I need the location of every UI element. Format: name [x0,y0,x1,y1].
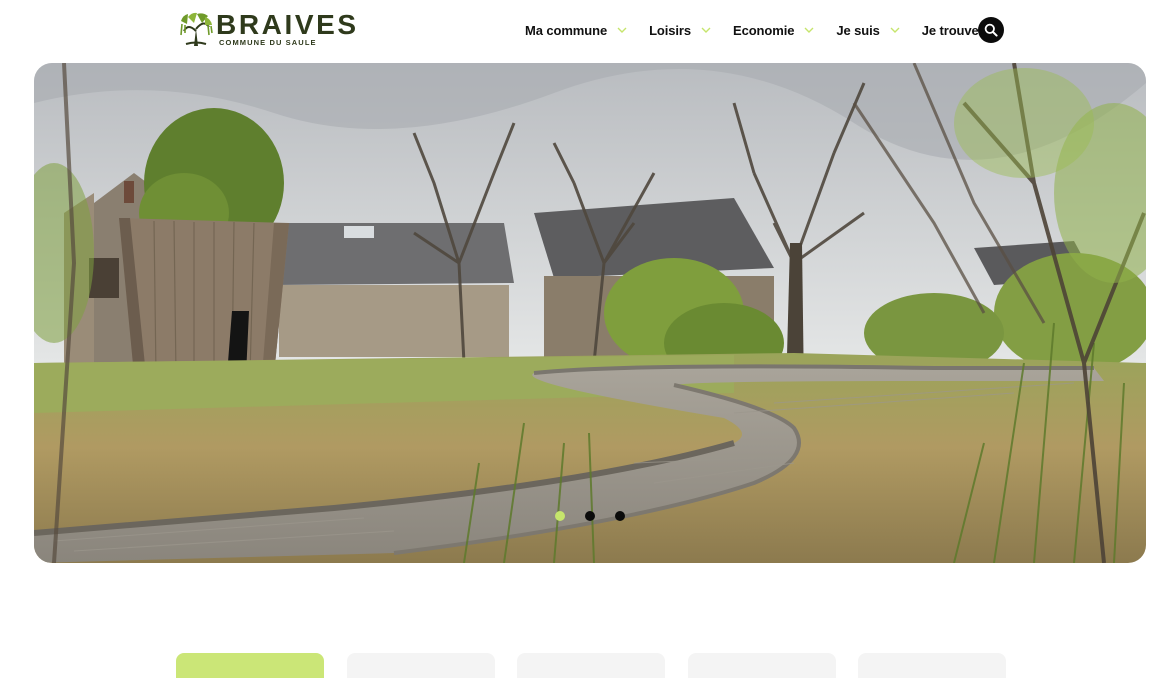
quick-tile-5[interactable] [858,653,1006,678]
willow-tree-icon [180,12,213,46]
nav-item-label: Ma commune [525,22,608,38]
chevron-down-icon [804,27,814,33]
chevron-down-icon [890,27,900,33]
nav-item-label: Je trouve [921,22,979,38]
nav-item-economie[interactable]: Economie [733,23,814,38]
quick-tile-4[interactable] [687,653,836,678]
site-logo[interactable]: BRAIVES COMMUNE DU SAULE [178,9,356,49]
quick-tile-2[interactable] [346,653,495,678]
main-navigation: Ma commune Loisirs Economie Je suis Je t… [525,21,999,39]
nav-item-label: Loisirs [649,22,692,38]
logo-tagline: COMMUNE DU SAULE [219,38,317,47]
nav-item-ma-commune[interactable]: Ma commune [525,23,627,38]
slider-pagination [555,510,625,522]
chevron-down-icon [701,27,711,33]
nav-item-label: Economie [733,22,795,38]
park-boardwalk-photo [34,63,1146,563]
search-button[interactable] [978,17,1004,43]
logo-name: BRAIVES [216,9,359,40]
slide-dot-1[interactable] [555,511,565,521]
quick-access-tiles [176,653,1006,678]
quick-tile-1[interactable] [176,653,324,678]
slide-dot-3[interactable] [615,511,625,521]
quick-tile-3[interactable] [517,653,665,678]
nav-item-label: Je suis [836,22,880,38]
site-header: BRAIVES COMMUNE DU SAULE Ma commune Lois… [0,0,1176,60]
nav-item-loisirs[interactable]: Loisirs [649,23,711,38]
nav-item-je-suis[interactable]: Je suis [836,22,900,38]
hero-slider [34,63,1146,563]
search-icon [984,23,998,37]
chevron-down-icon [617,27,627,33]
slide-dot-2[interactable] [585,511,595,521]
